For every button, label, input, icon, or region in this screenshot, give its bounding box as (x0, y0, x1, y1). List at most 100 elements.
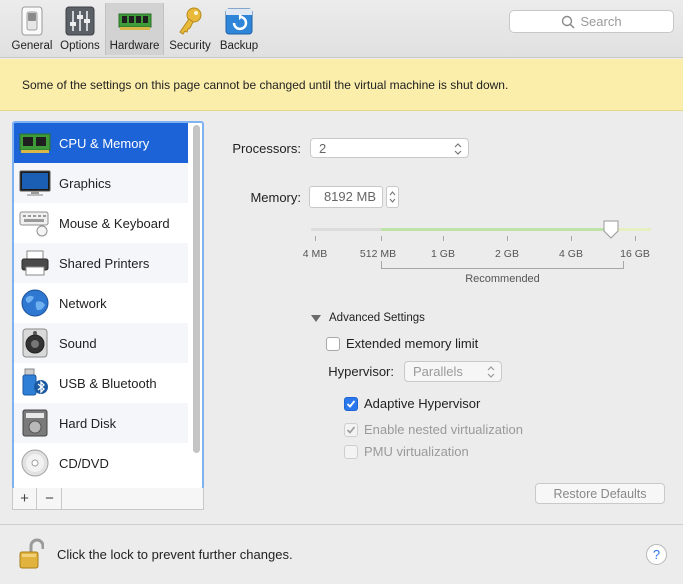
hypervisor-value: Parallels (413, 364, 463, 379)
speaker-icon (18, 326, 52, 360)
slider-tick (571, 236, 572, 241)
processors-label: Processors: (232, 141, 301, 156)
updown-arrows-icon (487, 366, 495, 378)
tab-hardware[interactable]: Hardware (105, 3, 164, 55)
tab-general[interactable]: General (8, 3, 56, 55)
add-device-button[interactable]: + (13, 488, 37, 509)
sidebar-item-network[interactable]: Network (14, 283, 188, 323)
checkbox-box (344, 444, 358, 459)
checkbox-box (344, 422, 358, 437)
remove-device-button[interactable]: − (38, 488, 62, 509)
hard-disk-icon (18, 406, 52, 440)
advanced-settings-label: Advanced Settings (329, 312, 425, 324)
pmu-virtualization-checkbox[interactable]: PMU virtualization (344, 444, 469, 459)
slider-tick-label: 16 GB (620, 248, 650, 260)
tab-security-label: Security (169, 40, 211, 52)
monitor-icon (18, 166, 52, 200)
toolbar: General Options Hardware Security Backup… (0, 0, 683, 58)
tab-general-label: General (11, 40, 53, 52)
checkbox-box (344, 396, 358, 411)
memory-label: Memory: (250, 190, 301, 205)
cd-dvd-icon (18, 446, 52, 480)
slider-tick (315, 236, 316, 241)
extended-memory-checkbox[interactable]: Extended memory limit (326, 336, 478, 351)
stepper-arrows-icon (389, 191, 396, 203)
slider-tick (507, 236, 508, 241)
pmu-virtualization-label: PMU virtualization (364, 444, 469, 459)
tab-backup[interactable]: Backup (216, 3, 262, 55)
sidebar-item-label: Hard Disk (59, 415, 117, 431)
memory-stepper[interactable] (386, 186, 399, 208)
slider-tick-label: 512 MB (359, 248, 397, 260)
sidebar-item-label: Graphics (59, 175, 112, 191)
advanced-settings-disclosure[interactable]: Advanced Settings (311, 312, 425, 324)
sidebar-item-label: Mouse & Keyboard (59, 215, 170, 231)
slider-tick-label: 4 MB (302, 248, 328, 260)
adaptive-hypervisor-checkbox[interactable]: Adaptive Hypervisor (344, 396, 480, 411)
backup-icon (222, 5, 256, 37)
sidebar-item-hard-disk[interactable]: Hard Disk (14, 403, 188, 443)
checkmark-icon (346, 399, 356, 408)
key-icon (173, 5, 207, 37)
sidebar-item-label: CD/DVD (59, 455, 109, 471)
recommended-label: Recommended (465, 273, 540, 285)
sidebar-scrollbar[interactable] (193, 125, 200, 453)
memory-field[interactable]: 8192 MB (309, 186, 383, 208)
memory-slider-track[interactable] (311, 228, 651, 231)
adaptive-hypervisor-label: Adaptive Hypervisor (364, 396, 481, 411)
warning-banner: Some of the settings on this page cannot… (0, 59, 683, 111)
hardware-device-list[interactable]: CPU & Memory Graphics Mouse & Keyboard S… (12, 121, 204, 490)
tab-options-label: Options (60, 40, 100, 52)
slider-tick (381, 236, 382, 241)
hardware-chip-icon (118, 5, 152, 37)
sidebar-item-usb-bluetooth[interactable]: USB & Bluetooth (14, 363, 188, 403)
sidebar-item-label: CPU & Memory (59, 135, 150, 151)
sidebar-item-cd-dvd[interactable]: CD/DVD (14, 443, 188, 483)
lock-text: Click the lock to prevent further change… (57, 547, 293, 562)
slider-tick (635, 236, 636, 241)
slider-tick-label: 1 GB (431, 248, 455, 260)
cpu-memory-icon (18, 126, 52, 160)
checkmark-icon (346, 425, 356, 434)
search-icon (562, 15, 575, 29)
tab-security[interactable]: Security (166, 3, 214, 55)
disclosure-triangle-icon (311, 314, 321, 322)
sidebar-item-label: Shared Printers (59, 255, 150, 271)
help-button[interactable]: ? (646, 544, 667, 565)
sidebar-item-cpu-memory[interactable]: CPU & Memory (14, 123, 188, 163)
tab-hardware-label: Hardware (109, 40, 160, 52)
general-switch-icon (15, 5, 49, 37)
hypervisor-popup[interactable]: Parallels (404, 361, 502, 382)
recommended-bracket (381, 261, 624, 269)
extended-memory-label: Extended memory limit (346, 336, 479, 351)
printer-icon (18, 246, 52, 280)
slider-tick (443, 236, 444, 241)
hypervisor-label: Hypervisor: (328, 364, 394, 379)
lock-icon[interactable] (18, 538, 44, 570)
sidebar-item-label: USB & Bluetooth (59, 375, 157, 391)
footer-divider (0, 524, 683, 525)
sidebar-item-mouse-keyboard[interactable]: Mouse & Keyboard (14, 203, 188, 243)
nested-virtualization-checkbox[interactable]: Enable nested virtualization (344, 422, 523, 437)
sidebar-item-shared-printers[interactable]: Shared Printers (14, 243, 188, 283)
sidebar-item-label: Network (59, 295, 107, 311)
updown-arrows-icon (454, 143, 462, 155)
tab-backup-label: Backup (219, 40, 259, 52)
checkbox-box (326, 336, 340, 351)
sidebar-item-graphics[interactable]: Graphics (14, 163, 188, 203)
processors-value: 2 (319, 140, 327, 156)
globe-icon (18, 286, 52, 320)
recommended-range-fill (381, 228, 611, 231)
nested-virtualization-label: Enable nested virtualization (364, 422, 523, 437)
memory-slider-thumb[interactable] (602, 220, 620, 240)
slider-tick-label: 4 GB (559, 248, 583, 260)
search-field[interactable]: Search (509, 10, 674, 33)
sidebar-item-sound[interactable]: Sound (14, 323, 188, 363)
slider-tick-label: 2 GB (495, 248, 519, 260)
tab-options[interactable]: Options (57, 3, 103, 55)
keyboard-mouse-icon (18, 206, 52, 240)
warning-text: Some of the settings on this page cannot… (22, 77, 509, 92)
processors-popup[interactable]: 2 (310, 138, 469, 158)
search-placeholder: Search (580, 14, 622, 29)
restore-defaults-button[interactable]: Restore Defaults (535, 483, 665, 504)
